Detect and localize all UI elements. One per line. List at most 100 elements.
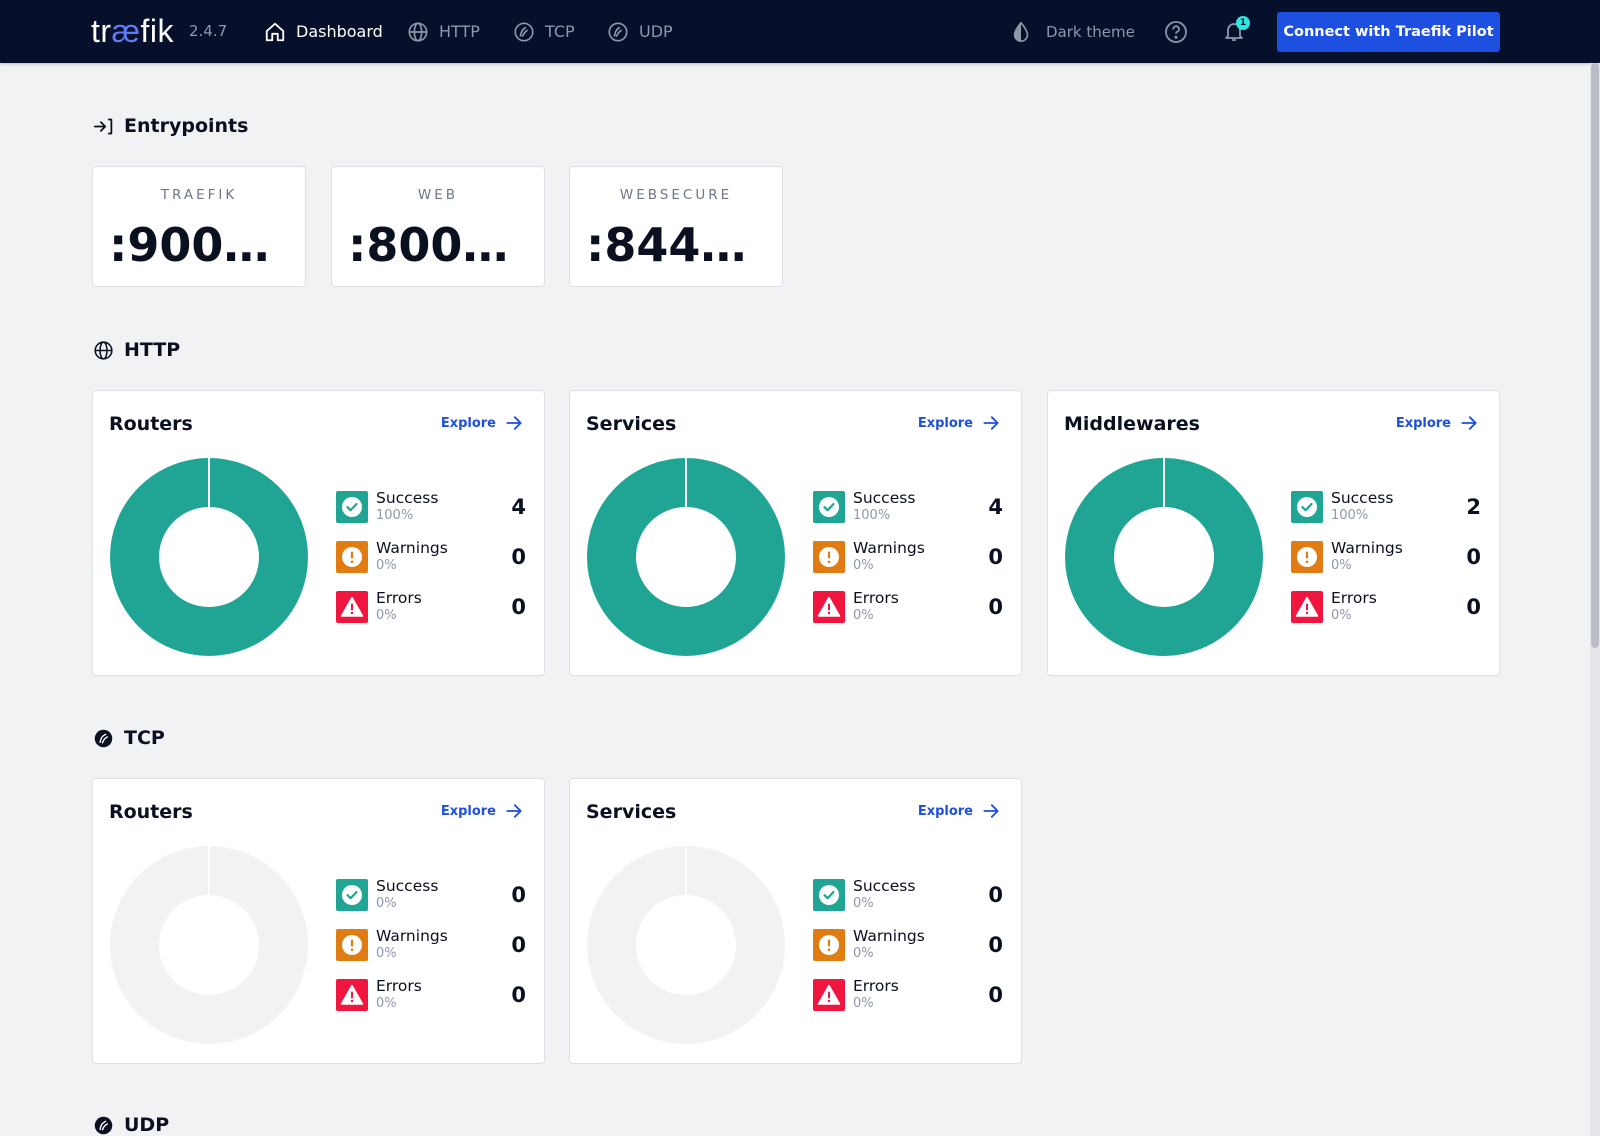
legend-success[interactable]: Success 100% 2	[1291, 489, 1481, 525]
exclamation-circle-icon	[342, 547, 362, 567]
entrypoint-name: TRAEFIK	[160, 187, 238, 203]
globe-icon	[408, 21, 428, 42]
dark-theme-label: Dark theme	[1046, 22, 1135, 41]
globe-icon	[94, 340, 113, 360]
connect-pilot-button[interactable]: Connect with Traefik Pilot	[1277, 12, 1500, 52]
error-badge	[336, 979, 368, 1011]
legend-warnings[interactable]: Warnings 0% 0	[1291, 539, 1481, 575]
stat-card-title: Services	[586, 801, 677, 823]
page-scrollbar[interactable]	[1590, 63, 1600, 1136]
legend-percent: 100%	[853, 508, 891, 523]
legend-label: Warnings	[376, 539, 448, 557]
exclamation-circle-icon	[819, 547, 839, 567]
legend-success[interactable]: Success 0% 0	[336, 877, 526, 913]
legend-label: Warnings	[853, 927, 925, 945]
legend-success[interactable]: Success 100% 4	[336, 489, 526, 525]
explore-label: Explore	[440, 415, 496, 431]
contrast-icon	[1013, 21, 1029, 42]
check-circle-icon	[342, 885, 362, 905]
legend-percent: 0%	[376, 896, 397, 911]
legend-label: Success	[376, 877, 439, 895]
legend-errors[interactable]: Errors 0% 0	[336, 977, 526, 1013]
entrypoint-card[interactable]: WEB :8000/tcp	[331, 166, 545, 287]
explore-link[interactable]: Explore	[918, 413, 1001, 433]
home-icon	[265, 22, 285, 41]
nav-http-label: HTTP	[439, 22, 480, 41]
legend-percent: 0%	[853, 896, 874, 911]
nav-dashboard-label: Dashboard	[296, 22, 383, 41]
stat-card: Routers Explore Success 0% 0 Warnings 0%…	[92, 778, 545, 1064]
explore-link[interactable]: Explore	[441, 413, 524, 433]
legend-label: Warnings	[853, 539, 925, 557]
exclamation-circle-icon	[819, 935, 839, 955]
help-icon[interactable]	[1164, 20, 1188, 44]
legend-percent: 0%	[376, 996, 397, 1011]
nav-http[interactable]: HTTP	[407, 0, 480, 63]
arrow-right-icon	[983, 804, 999, 818]
success-badge	[336, 491, 368, 523]
tcp-icon	[94, 729, 113, 747]
legend-errors[interactable]: Errors 0% 0	[336, 589, 526, 625]
error-badge	[813, 979, 845, 1011]
scrollbar-thumb[interactable]	[1591, 63, 1599, 648]
warning-triangle-icon	[1295, 596, 1319, 617]
legend-label: Success	[376, 489, 439, 507]
legend-errors[interactable]: Errors 0% 0	[1291, 589, 1481, 625]
arrow-right-icon	[1461, 416, 1477, 430]
stat-card: Services Explore Success 100% 4 Warnings…	[569, 390, 1022, 676]
nav-tcp[interactable]: TCP	[513, 0, 575, 63]
entrypoint-card[interactable]: TRAEFIK :9000/tcp	[92, 166, 306, 287]
success-badge	[1291, 491, 1323, 523]
traefik-logo[interactable]: træfik	[91, 12, 174, 50]
explore-link[interactable]: Explore	[441, 801, 524, 821]
explore-link[interactable]: Explore	[1396, 413, 1479, 433]
legend-warnings[interactable]: Warnings 0% 0	[336, 539, 526, 575]
status-donut-chart	[587, 845, 785, 1044]
legend-percent: 100%	[1331, 508, 1369, 523]
legend-warnings[interactable]: Warnings 0% 0	[813, 539, 1003, 575]
legend-success[interactable]: Success 0% 0	[813, 877, 1003, 913]
entrypoint-card[interactable]: WEBSECURE :8443/tcp	[569, 166, 783, 287]
entrypoint-name: WEBSECURE	[619, 187, 733, 203]
legend-success[interactable]: Success 100% 4	[813, 489, 1003, 525]
explore-label: Explore	[917, 803, 973, 819]
check-circle-icon	[1297, 497, 1317, 517]
http-title: HTTP	[124, 339, 181, 361]
warning-badge	[813, 541, 845, 573]
legend-count: 0	[511, 883, 526, 907]
error-badge	[336, 591, 368, 623]
tcp-heading: TCP	[93, 727, 165, 749]
stat-card-title: Routers	[109, 413, 193, 435]
entrypoint-name: WEB	[417, 187, 459, 203]
explore-label: Explore	[1395, 415, 1451, 431]
legend-percent: 0%	[376, 558, 397, 573]
legend-count: 0	[1466, 595, 1481, 619]
explore-link[interactable]: Explore	[918, 801, 1001, 821]
nav-tcp-label: TCP	[545, 22, 575, 41]
legend-count: 0	[511, 545, 526, 569]
top-navbar: træfik 2.4.7 Dashboard HTTP TCP UDP Dark…	[0, 0, 1600, 63]
legend-percent: 100%	[376, 508, 414, 523]
legend-percent: 0%	[853, 946, 874, 961]
warning-triangle-icon	[817, 984, 841, 1005]
legend-count: 0	[1466, 545, 1481, 569]
legend-warnings[interactable]: Warnings 0% 0	[336, 927, 526, 963]
warning-triangle-icon	[340, 984, 364, 1005]
legend-percent: 0%	[853, 558, 874, 573]
arrow-right-icon	[506, 804, 522, 818]
nav-udp[interactable]: UDP	[607, 0, 673, 63]
legend-percent: 0%	[1331, 558, 1352, 573]
legend-errors[interactable]: Errors 0% 0	[813, 977, 1003, 1013]
tcp-title: TCP	[124, 727, 165, 749]
stat-card: Routers Explore Success 100% 4 Warnings …	[92, 390, 545, 676]
legend-label: Warnings	[1331, 539, 1403, 557]
legend-count: 2	[1466, 495, 1481, 519]
legend-warnings[interactable]: Warnings 0% 0	[813, 927, 1003, 963]
entrypoint-address: :9000/tcp	[109, 218, 295, 272]
nav-dashboard[interactable]: Dashboard	[264, 0, 383, 63]
dark-theme-toggle[interactable]: Dark theme	[1010, 0, 1135, 63]
entrypoints-title: Entrypoints	[124, 115, 249, 137]
stat-card-title: Middlewares	[1064, 413, 1200, 435]
http-heading: HTTP	[93, 339, 180, 361]
legend-errors[interactable]: Errors 0% 0	[813, 589, 1003, 625]
